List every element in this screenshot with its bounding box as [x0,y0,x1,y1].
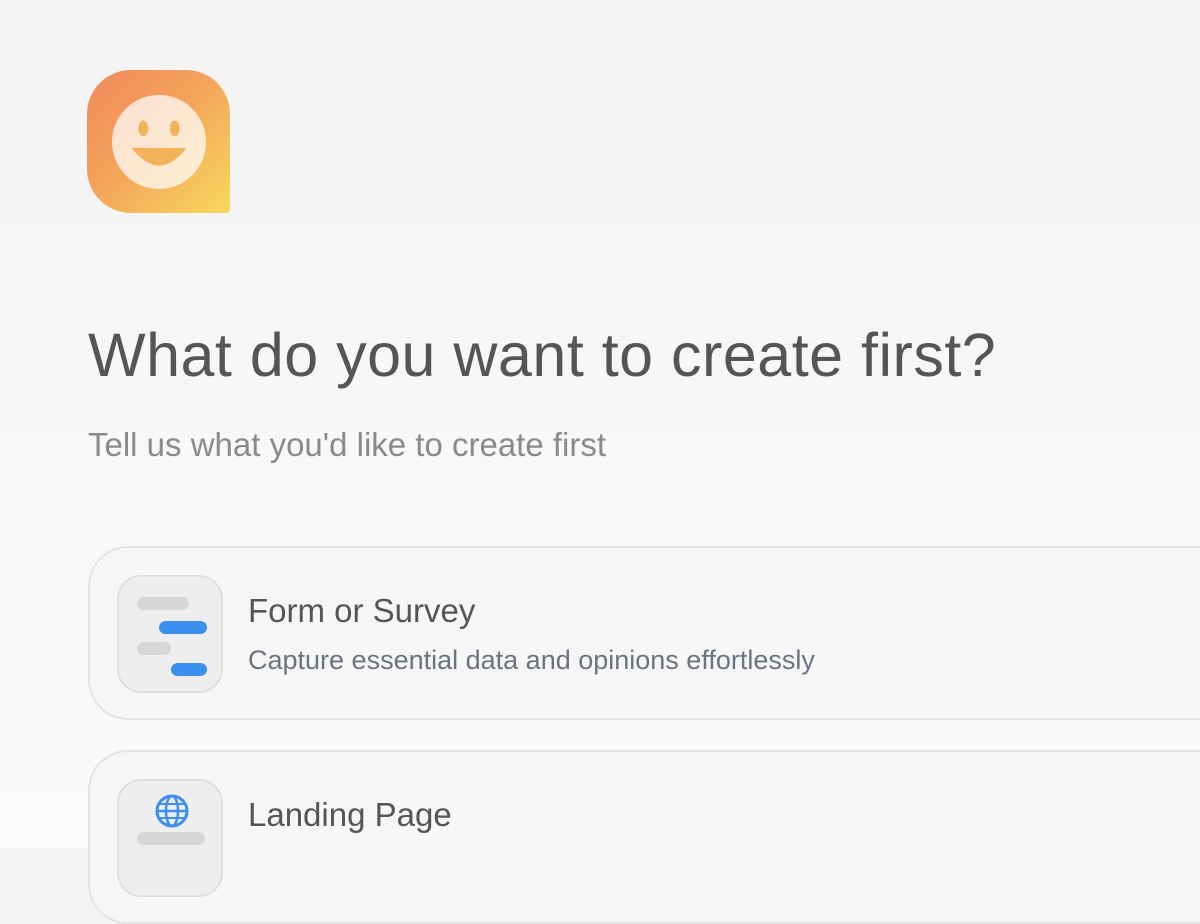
form-line-grey [137,642,171,655]
page-title: What do you want to create first? [88,321,997,389]
form-line-grey [137,597,189,610]
page-line-grey [137,832,205,845]
globe-icon [155,794,189,828]
app-logo [87,70,230,213]
form-line-blue [159,621,207,634]
form-survey-icon [117,575,223,693]
smiley-face-icon [111,94,206,189]
option-title: Form or Survey [248,592,476,629]
option-title: Landing Page [248,796,452,833]
landing-page-icon [117,779,223,897]
option-card-landing-page[interactable]: Landing Page [88,750,1200,924]
page-subtitle: Tell us what you'd like to create first [88,426,607,463]
form-line-blue [171,663,207,676]
option-description: Capture essential data and opinions effo… [248,645,815,675]
option-card-form-survey[interactable]: Form or Survey Capture essential data an… [88,546,1200,720]
